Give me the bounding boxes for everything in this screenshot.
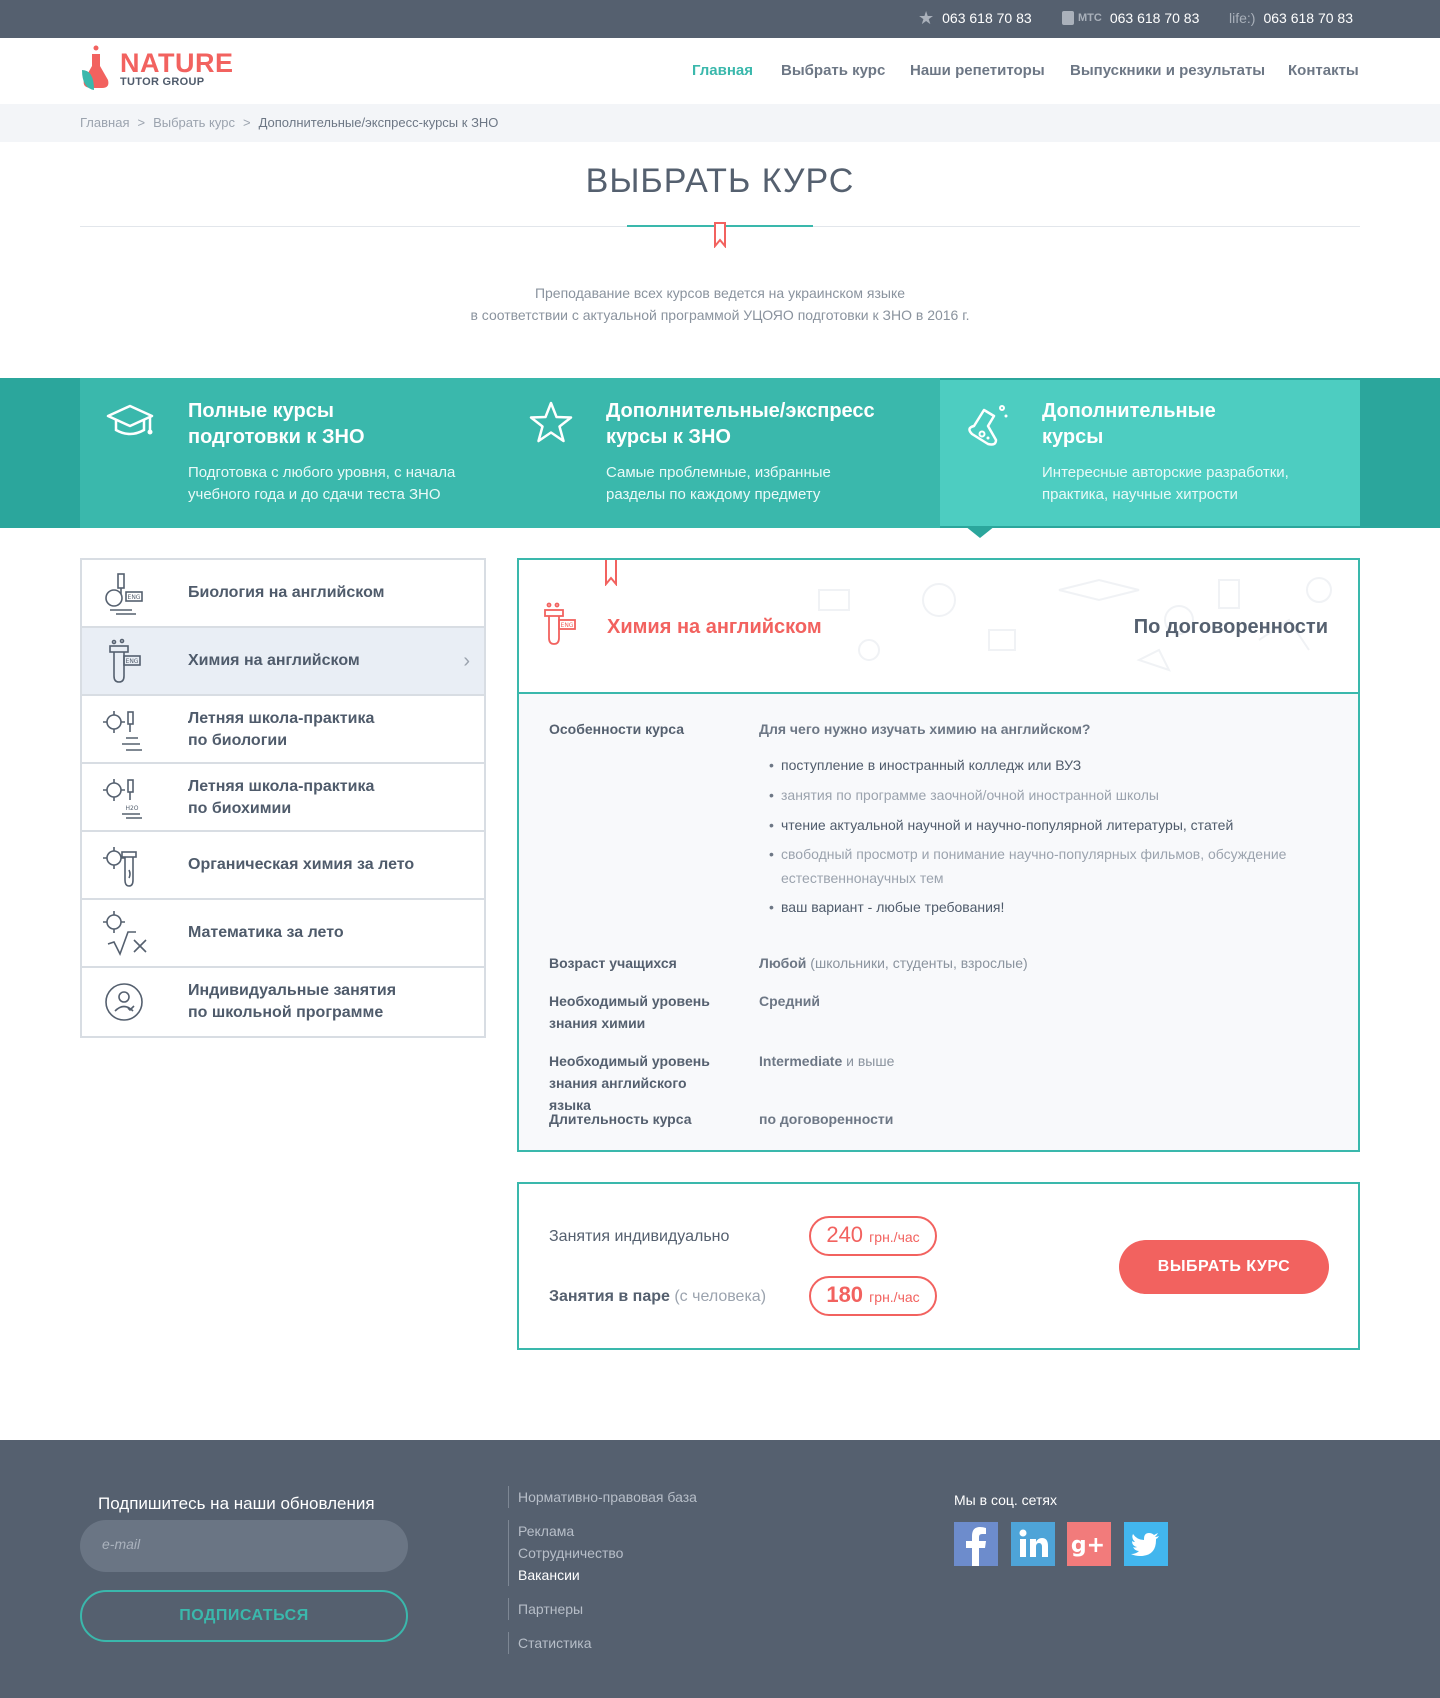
nav-contacts[interactable]: Контакты <box>1288 62 1359 79</box>
individual-price-label: Занятия индивидуально <box>549 1228 730 1245</box>
phone-2[interactable]: МТС 063 618 70 83 <box>1062 10 1199 26</box>
list-item-label: Математика за лето <box>188 924 344 941</box>
flask-icon <box>968 405 1008 446</box>
life-icon: life:) <box>1229 10 1256 26</box>
pair-price-label: Занятия в паре (с человека) <box>549 1288 767 1305</box>
list-item-math-summer[interactable]: Математика за лето <box>82 900 484 968</box>
test-tube-eng-icon: ENG <box>544 602 576 645</box>
nav-graduates[interactable]: Выпускники и результаты <box>1070 62 1265 79</box>
bookmark-icon <box>605 560 617 586</box>
list-item-label: Органическая химия за лето <box>188 856 415 873</box>
course-title: Химия на английском <box>607 616 822 638</box>
intro-text: Преподавание всех курсов ведется на укра… <box>470 285 970 323</box>
pair-price: 180 грн./час <box>809 1276 937 1316</box>
list-item: чтение актуальной научной и научно-попул… <box>769 812 1329 838</box>
list-item: ваш вариант - любые требования! <box>769 894 1329 920</box>
svg-text:H2O: H2O <box>125 805 138 812</box>
list-item-organic-chemistry[interactable]: Органическая химия за лето <box>82 832 484 900</box>
tab-full-courses[interactable]: Полные курсы подготовки к ЗНО Подготовка… <box>80 378 502 528</box>
mts-icon <box>1062 11 1074 25</box>
course-detail-header: ENG Химия на английском По договоренност… <box>519 560 1358 694</box>
list-item-individual[interactable]: Индивидуальные занятия по школьной прогр… <box>82 968 484 1036</box>
test-tube-eng-icon: ENG <box>109 638 141 683</box>
svg-text:ENG: ENG <box>128 594 141 601</box>
svg-text:g+: g+ <box>1071 1533 1105 1558</box>
linkedin-icon[interactable] <box>1011 1522 1055 1566</box>
list-item-biology-english[interactable]: ENG Биология на английском <box>82 560 484 628</box>
microscope-eng-icon: ENG <box>105 573 143 615</box>
list-item-label: Летняя школа-практика по биохимии <box>188 778 375 817</box>
footer-link[interactable]: Партнеры <box>518 1598 697 1620</box>
individual-lessons-icon <box>105 983 143 1021</box>
svg-text:ENG: ENG <box>561 622 574 629</box>
footer-link[interactable]: Статистика <box>518 1632 697 1654</box>
bookmark-icon <box>714 222 726 248</box>
breadcrumb: Главная > Выбрать курс > Дополнительные/… <box>0 104 1440 142</box>
logo-name: NATURE <box>120 48 234 78</box>
list-item-label: Индивидуальные занятия по школьной прогр… <box>188 982 397 1021</box>
email-field[interactable]: e-mail <box>80 1520 408 1572</box>
nav-home[interactable]: Главная <box>692 62 753 79</box>
list-item: занятия по программе заочной/очной иност… <box>769 782 1329 808</box>
page-title: ВЫБРАТЬ КУРС <box>585 162 855 200</box>
math-icon <box>103 911 147 957</box>
phone-1[interactable]: ★ 063 618 70 83 <box>918 8 1032 28</box>
top-bar: ★ 063 618 70 83 МТС 063 618 70 83 life:)… <box>0 0 1440 38</box>
nav-tutors[interactable]: Наши репетиторы <box>910 62 1045 79</box>
chevron-right-icon: › <box>463 650 470 672</box>
choose-course-button[interactable]: ВЫБРАТЬ КУРС <box>1119 1240 1329 1294</box>
social-title: Мы в соц. сетях <box>954 1492 1057 1508</box>
summer-biology-icon <box>103 711 142 751</box>
footer: Подпишитесь на наши обновления e-mail ПО… <box>0 1440 1440 1698</box>
footer-link[interactable]: Нормативно-правовая база <box>518 1486 697 1508</box>
footer-link[interactable]: Вакансии <box>518 1564 697 1586</box>
footer-links: Нормативно-правовая база Реклама Сотрудн… <box>508 1486 697 1664</box>
footer-link[interactable]: Реклама <box>518 1520 697 1542</box>
logo-icon <box>80 44 112 92</box>
breadcrumb-choose[interactable]: Выбрать курс <box>153 115 235 130</box>
features-list: поступление в иностранный колледж или ВУ… <box>769 752 1329 920</box>
nav-choose-course[interactable]: Выбрать курс <box>781 62 885 79</box>
breadcrumb-current: Дополнительные/экспресс-курсы к ЗНО <box>258 115 499 130</box>
summer-biochemistry-icon: H2O <box>103 779 142 819</box>
organic-chemistry-icon <box>103 847 137 887</box>
subscribe-title: Подпишитесь на наши обновления <box>98 1494 375 1513</box>
star-icon: ★ <box>918 8 935 28</box>
google-plus-icon[interactable]: g+ <box>1067 1522 1111 1566</box>
individual-price: 240 грн./час <box>809 1216 937 1256</box>
list-item: свободный просмотр и понимание научно-по… <box>769 842 1329 890</box>
list-item-summer-biology[interactable]: Летняя школа-практика по биологии <box>82 696 484 764</box>
active-tab-pointer <box>965 526 995 538</box>
svg-text:ENG: ENG <box>126 658 139 665</box>
footer-link[interactable]: Сотрудничество <box>518 1542 697 1564</box>
phone-3[interactable]: life:) 063 618 70 83 <box>1229 10 1353 26</box>
star-icon <box>529 401 573 443</box>
tab-express-courses[interactable]: Дополнительные/экспресс курсы к ЗНО Самы… <box>502 378 940 528</box>
twitter-icon[interactable] <box>1124 1522 1168 1566</box>
pricing-card: Занятия индивидуально 240 грн./час Занят… <box>517 1182 1360 1350</box>
graduation-cap-icon <box>106 404 154 436</box>
list-item-summer-biochemistry[interactable]: H2O Летняя школа-практика по биохимии <box>82 764 484 832</box>
list-item-label: Биология на английском <box>188 584 385 601</box>
list-item-label: Химия на английском <box>188 652 360 669</box>
list-item: поступление в иностранный колледж или ВУ… <box>769 752 1329 778</box>
facebook-icon[interactable] <box>954 1522 998 1566</box>
course-list: ENG Биология на английском ENG Химия на … <box>80 558 486 1038</box>
course-price: По договоренности <box>1133 616 1328 638</box>
list-item-chemistry-english[interactable]: ENG Химия на английском › <box>82 628 484 696</box>
breadcrumb-home[interactable]: Главная <box>80 115 129 130</box>
course-detail-card: ENG Химия на английском По договоренност… <box>517 558 1360 1152</box>
logo[interactable]: NATURE TUTOR GROUP <box>80 44 234 92</box>
subscribe-button[interactable]: ПОДПИСАТЬСЯ <box>80 1590 408 1642</box>
tab-additional-courses[interactable]: Дополнительные курсы Интересные авторски… <box>940 380 1360 526</box>
list-item-label: Летняя школа-практика по биологии <box>188 710 375 749</box>
